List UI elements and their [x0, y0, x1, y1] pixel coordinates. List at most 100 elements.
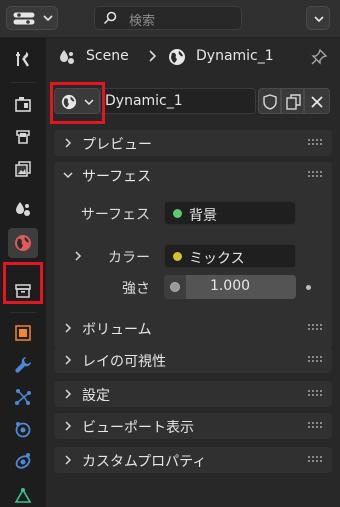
search-input[interactable]: 検索: [94, 6, 242, 30]
settings-panel-header[interactable]: 設定: [54, 381, 332, 407]
color-label: カラー: [108, 250, 150, 266]
ray-visibility-panel-header[interactable]: レイの可視性: [54, 347, 332, 373]
breadcrumb-scene-label: Scene: [86, 48, 129, 64]
preview-panel: プレビュー: [54, 130, 332, 156]
surface-panel-title: サーフェス: [82, 169, 152, 185]
surface-label: サーフェス: [80, 207, 150, 223]
strength-label: 強さ: [122, 281, 150, 297]
physics-icon: [15, 422, 31, 438]
color-socket-icon: [173, 252, 182, 261]
chevron-down-icon: [314, 16, 324, 23]
chevron-right-icon: [65, 389, 72, 399]
physics-tab[interactable]: [8, 414, 38, 444]
world-tab-highlight: [3, 262, 43, 304]
viewport-display-panel: ビューポート表示: [54, 413, 332, 439]
search-placeholder: 検索: [129, 14, 156, 29]
world-name-field[interactable]: Dynamic_1: [100, 88, 256, 114]
chevron-down-icon: [63, 172, 73, 179]
constraints-tab[interactable]: [8, 446, 38, 476]
tab-divider: [10, 82, 36, 83]
color-input-field[interactable]: ミックス: [164, 244, 296, 268]
volume-panel-title: ボリューム: [82, 322, 152, 338]
drag-handle-icon[interactable]: [308, 324, 322, 332]
drag-handle-icon[interactable]: [308, 171, 322, 179]
object-tab[interactable]: [8, 318, 38, 348]
editor-type-dropdown[interactable]: [6, 6, 58, 30]
output-icon: [16, 130, 30, 144]
settings-panel: 設定: [54, 381, 332, 407]
strength-value: 1.000: [209, 278, 251, 294]
properties-tab-strip: [0, 38, 46, 507]
render-icon: [15, 97, 31, 112]
ray-visibility-panel: レイの可視性: [54, 347, 332, 373]
header-bar: 検索: [0, 0, 340, 38]
render-tab[interactable]: [8, 90, 38, 120]
wrench-icon: [15, 357, 31, 373]
unlink-button[interactable]: [304, 88, 330, 114]
breadcrumb: Scene Dynamic_1: [46, 38, 340, 76]
object-icon: [15, 325, 31, 341]
chevron-down-icon: [43, 15, 53, 22]
viewport-display-panel-title: ビューポート表示: [82, 420, 194, 436]
world-icon: [15, 235, 31, 251]
custom-properties-panel-header[interactable]: カスタムプロパティ: [54, 447, 332, 473]
output-tab[interactable]: [8, 122, 38, 152]
search-icon: [103, 11, 117, 25]
modifier-tab[interactable]: [8, 350, 38, 380]
breadcrumb-world-label: Dynamic_1: [196, 48, 274, 64]
scene-icon: [60, 50, 74, 64]
surface-shader-value: 背景: [189, 208, 217, 224]
strength-field[interactable]: 1.000: [164, 275, 296, 299]
tool-icon: [16, 52, 30, 67]
duplicate-button[interactable]: [281, 88, 304, 114]
volume-panel: ボリューム: [54, 315, 332, 341]
keyframe-dot-icon[interactable]: [306, 285, 311, 290]
drag-handle-icon[interactable]: [308, 422, 322, 430]
tab-divider: [10, 312, 36, 313]
browse-world-highlight: [50, 82, 105, 124]
chevron-right-icon: [65, 138, 72, 148]
chevron-right-icon: [65, 355, 72, 365]
properties-panel: Scene Dynamic_1 Dynamic_1 プレビュー サーフェス サー…: [46, 38, 340, 507]
drag-handle-icon[interactable]: [308, 456, 322, 464]
tool-tab[interactable]: [8, 44, 38, 74]
custom-properties-panel: カスタムプロパティ: [54, 447, 332, 473]
world-tab[interactable]: [8, 228, 38, 258]
shield-icon: [263, 94, 277, 110]
drag-handle-icon[interactable]: [308, 139, 322, 147]
drag-handle-icon[interactable]: [308, 356, 322, 364]
view-layer-icon: [15, 161, 31, 177]
fake-user-button[interactable]: [258, 88, 281, 114]
volume-panel-header[interactable]: ボリューム: [54, 315, 332, 341]
close-icon: [311, 96, 323, 108]
settings-panel-title: 設定: [82, 388, 110, 404]
scene-tab[interactable]: [8, 194, 38, 224]
view-layer-tab[interactable]: [8, 154, 38, 184]
data-tab[interactable]: [8, 480, 38, 507]
color-input-value: ミックス: [189, 251, 245, 267]
custom-properties-panel-title: カスタムプロパティ: [82, 454, 207, 470]
chevron-right-icon: [65, 421, 72, 431]
socket-toggle-icon[interactable]: [164, 275, 186, 299]
ray-visibility-panel-title: レイの可視性: [82, 354, 166, 370]
surface-shader-field[interactable]: 背景: [164, 201, 296, 225]
data-icon: [14, 488, 32, 503]
chevron-right-icon: [65, 455, 72, 465]
shader-socket-icon: [173, 209, 182, 218]
surface-panel-header[interactable]: サーフェス: [54, 162, 332, 188]
constraint-icon: [15, 453, 31, 469]
viewport-display-panel-header[interactable]: ビューポート表示: [54, 413, 332, 439]
scene-icon: [16, 202, 30, 216]
drag-handle-icon[interactable]: [308, 390, 322, 398]
chevron-right-icon: [149, 50, 157, 62]
filter-dropdown-button[interactable]: [306, 6, 330, 30]
duplicate-icon: [286, 94, 301, 110]
properties-editor-icon: [13, 12, 35, 25]
world-icon: [169, 49, 185, 65]
preview-panel-header[interactable]: プレビュー: [54, 130, 332, 156]
particles-tab[interactable]: [8, 382, 38, 412]
particles-icon: [15, 389, 31, 405]
pin-icon[interactable]: [310, 48, 328, 66]
preview-panel-title: プレビュー: [82, 137, 152, 153]
chevron-right-icon: [65, 323, 72, 333]
